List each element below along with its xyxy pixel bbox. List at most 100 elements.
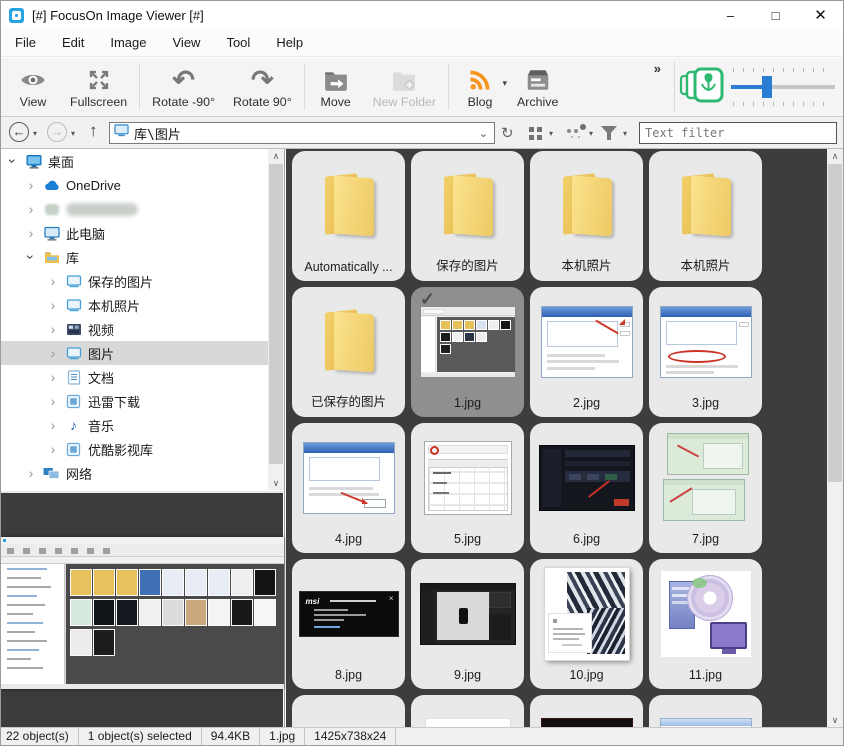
image-tile[interactable]: 6.jpg	[530, 423, 643, 553]
expand-icon[interactable]: ›	[25, 465, 37, 481]
scroll-up-icon[interactable]: ∧	[268, 149, 284, 163]
view-mode-icon[interactable]	[529, 127, 534, 132]
scroll-down-icon[interactable]: ∨	[827, 713, 843, 727]
archive-button[interactable]: Archive	[508, 61, 567, 113]
folder-tile[interactable]: 本机照片	[530, 151, 643, 281]
tree-item-文档[interactable]: ›文档	[1, 365, 268, 389]
text-filter-input[interactable]	[639, 122, 837, 144]
tree-scrollbar-thumb[interactable]	[269, 164, 283, 464]
menu-help[interactable]: Help	[276, 35, 303, 50]
image-tile[interactable]: 10.jpg	[530, 559, 643, 689]
expand-icon[interactable]: ›	[47, 369, 59, 385]
expand-icon[interactable]: ›	[47, 273, 59, 289]
status-cell: 1425x738x24	[305, 728, 396, 745]
image-tile[interactable]	[649, 695, 762, 727]
address-dropdown-icon[interactable]: ⌄	[479, 127, 488, 140]
sort-mode-icon[interactable]	[567, 129, 571, 133]
image-tile[interactable]: ✓1.jpg	[411, 287, 524, 417]
collapse-icon[interactable]: ›	[5, 155, 21, 167]
image-tile[interactable]: 11.jpg	[649, 559, 762, 689]
expand-icon[interactable]: ›	[47, 393, 59, 409]
tree-item-OneDrive[interactable]: ›OneDrive	[1, 173, 268, 197]
minimize-button[interactable]: –	[708, 1, 753, 29]
tree-item-视频[interactable]: ›视频	[1, 317, 268, 341]
back-button[interactable]: ←	[9, 122, 29, 142]
tree-item-音乐[interactable]: ›♪音乐	[1, 413, 268, 437]
sort-mode-caret-icon[interactable]: ▾	[589, 129, 593, 138]
folder-tile[interactable]: 本机照片	[649, 151, 762, 281]
thumbnail-size-slider[interactable]	[731, 65, 835, 109]
tree-item-label: 图片	[88, 344, 114, 363]
image-tile[interactable]	[411, 695, 524, 727]
content-scrollbar-thumb[interactable]	[828, 164, 842, 482]
tile-label: 已保存的图片	[292, 391, 405, 410]
refresh-icon[interactable]: ↻	[501, 124, 514, 142]
preview-image[interactable]	[1, 537, 284, 689]
image-tile[interactable]: 2.jpg	[530, 287, 643, 417]
toolbar-overflow-button[interactable]: »	[654, 61, 661, 76]
tree-item-此电脑[interactable]: ›此电脑	[1, 221, 268, 245]
maximize-button[interactable]: □	[753, 1, 798, 29]
tree-item-优酷影视库[interactable]: ›优酷影视库	[1, 437, 268, 461]
scroll-down-icon[interactable]: ∨	[268, 476, 284, 490]
address-input[interactable]: 库\图片 ⌄	[109, 122, 495, 144]
image-tile[interactable]: msi×8.jpg	[292, 559, 405, 689]
expand-icon[interactable]: ›	[47, 321, 59, 337]
collapse-icon[interactable]: ›	[23, 251, 39, 263]
tree-item-label: 桌面	[48, 152, 74, 171]
tree-item-图片[interactable]: › 图片	[1, 341, 268, 365]
image-tile[interactable]: 3.jpg	[649, 287, 762, 417]
dropdown-caret-icon[interactable]: ▾	[502, 78, 507, 89]
forward-history-caret-icon[interactable]: ▾	[71, 129, 75, 138]
tree-item-库[interactable]: ›库	[1, 245, 268, 269]
folder-tile[interactable]: 已保存的图片	[292, 287, 405, 417]
content-scrollbar[interactable]: ∧ ∨	[827, 149, 843, 727]
tree-item-本机照片[interactable]: ›本机照片	[1, 293, 268, 317]
menu-edit[interactable]: Edit	[62, 35, 84, 50]
slider-thumb[interactable]	[762, 76, 772, 98]
expand-icon[interactable]: ›	[47, 417, 59, 433]
image-thumbnail: msi×	[292, 565, 405, 663]
tree-item-网络[interactable]: ›网络	[1, 461, 268, 485]
back-history-caret-icon[interactable]: ▾	[33, 129, 37, 138]
folder-tile[interactable]: 保存的图片	[411, 151, 524, 281]
image-tile[interactable]: 5.jpg	[411, 423, 524, 553]
expand-icon[interactable]: ›	[25, 225, 37, 241]
menu-image[interactable]: Image	[110, 35, 146, 50]
menu-tool[interactable]: Tool	[226, 35, 250, 50]
tree-item-redacted[interactable]: ›	[1, 197, 268, 221]
expand-icon[interactable]: ›	[47, 345, 59, 361]
expand-icon[interactable]: ›	[47, 297, 59, 313]
up-button[interactable]: ↑	[89, 121, 98, 141]
rotate-cw-button[interactable]: ↷Rotate 90°	[224, 61, 301, 113]
fullscreen-button[interactable]: Fullscreen	[61, 61, 136, 113]
blog-button[interactable]: ▾ Blog	[452, 61, 508, 113]
view-button[interactable]: View	[5, 61, 61, 113]
scroll-up-icon[interactable]: ∧	[827, 149, 843, 163]
tree-item-保存的图片[interactable]: ›保存的图片	[1, 269, 268, 293]
menu-file[interactable]: File	[15, 35, 36, 50]
app-icon	[65, 393, 82, 409]
expand-icon[interactable]: ›	[25, 177, 37, 193]
view-mode-caret-icon[interactable]: ▾	[549, 129, 553, 138]
tree-item-迅雷下载[interactable]: ›迅雷下载	[1, 389, 268, 413]
expand-icon[interactable]: ›	[25, 201, 37, 217]
desktop-icon	[25, 153, 42, 169]
rotate-ccw-button[interactable]: ↶Rotate -90°	[143, 61, 224, 113]
filter-icon[interactable]	[601, 126, 617, 135]
image-tile[interactable]	[292, 695, 405, 727]
image-tile[interactable]: 9.jpg	[411, 559, 524, 689]
image-tile[interactable]	[530, 695, 643, 727]
menu-view[interactable]: View	[173, 35, 201, 50]
expand-icon[interactable]: ›	[47, 441, 59, 457]
tree-item-桌面[interactable]: › 桌面	[1, 149, 268, 173]
image-tile[interactable]: 4.jpg	[292, 423, 405, 553]
move-button[interactable]: Move	[308, 61, 364, 113]
folder-tile[interactable]: Automatically ...	[292, 151, 405, 281]
tree-scrollbar[interactable]: ∧ ∨	[268, 149, 284, 490]
toolbar-button-label: Blog	[468, 95, 493, 109]
forward-button[interactable]: →	[47, 122, 67, 142]
filter-caret-icon[interactable]: ▾	[623, 129, 627, 138]
close-button[interactable]: ✕	[798, 1, 843, 29]
image-tile[interactable]: 7.jpg	[649, 423, 762, 553]
